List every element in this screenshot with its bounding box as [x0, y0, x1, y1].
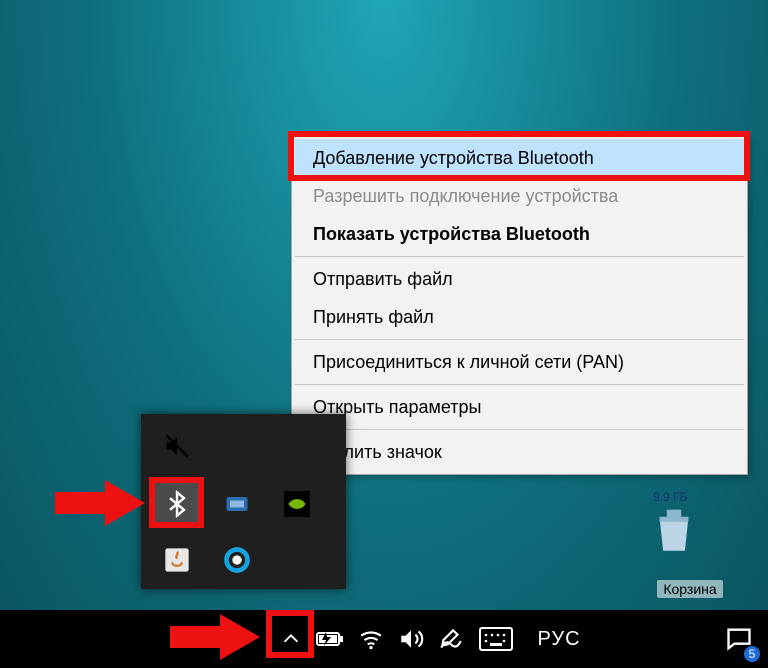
menu-add-bluetooth-device[interactable]: Добавление устройства Bluetooth	[295, 139, 744, 177]
cortana-icon[interactable]	[213, 536, 261, 584]
menu-send-file[interactable]: Отправить файл	[295, 260, 744, 298]
bluetooth-icon[interactable]	[153, 480, 201, 528]
battery-icon[interactable]	[311, 610, 351, 668]
notification-count-badge: 5	[744, 646, 760, 662]
pen-input-icon[interactable]	[431, 610, 471, 668]
arrow-icon	[55, 480, 145, 526]
nvidia-icon[interactable]	[273, 480, 321, 528]
menu-open-settings[interactable]: Открыть параметры	[295, 388, 744, 426]
disk-usage-badge: 9,9 ГБ	[653, 490, 687, 504]
desktop: Добавление устройства Bluetooth Разрешит…	[0, 0, 768, 668]
tray-flyout	[141, 414, 346, 589]
menu-separator	[295, 384, 744, 385]
recycle-bin-label: Корзина	[657, 580, 722, 598]
menu-join-pan[interactable]: Присоединиться к личной сети (PAN)	[295, 343, 744, 381]
taskbar: РУС 5	[0, 610, 768, 668]
recycle-bin[interactable]: 9,9 ГБ Корзина	[645, 500, 735, 599]
volume-icon[interactable]	[391, 610, 431, 668]
touch-keyboard-icon[interactable]	[471, 610, 521, 668]
hardware-icon[interactable]	[213, 480, 261, 528]
menu-remove-icon[interactable]: Удалить значок	[295, 433, 744, 471]
show-hidden-icons-button[interactable]	[271, 610, 311, 668]
bluetooth-context-menu: Добавление устройства Bluetooth Разрешит…	[291, 135, 748, 475]
menu-receive-file[interactable]: Принять файл	[295, 298, 744, 336]
language-indicator[interactable]: РУС	[529, 610, 589, 668]
menu-separator	[295, 256, 744, 257]
recycle-bin-icon	[645, 500, 703, 558]
java-icon[interactable]	[153, 536, 201, 584]
volume-muted-icon[interactable]	[153, 422, 201, 470]
action-center-icon[interactable]: 5	[716, 610, 762, 668]
menu-separator	[295, 429, 744, 430]
menu-separator	[295, 339, 744, 340]
menu-show-bluetooth-devices[interactable]: Показать устройства Bluetooth	[295, 215, 744, 253]
menu-allow-connection: Разрешить подключение устройства	[295, 177, 744, 215]
chevron-up-icon	[280, 628, 302, 650]
wifi-icon[interactable]	[351, 610, 391, 668]
